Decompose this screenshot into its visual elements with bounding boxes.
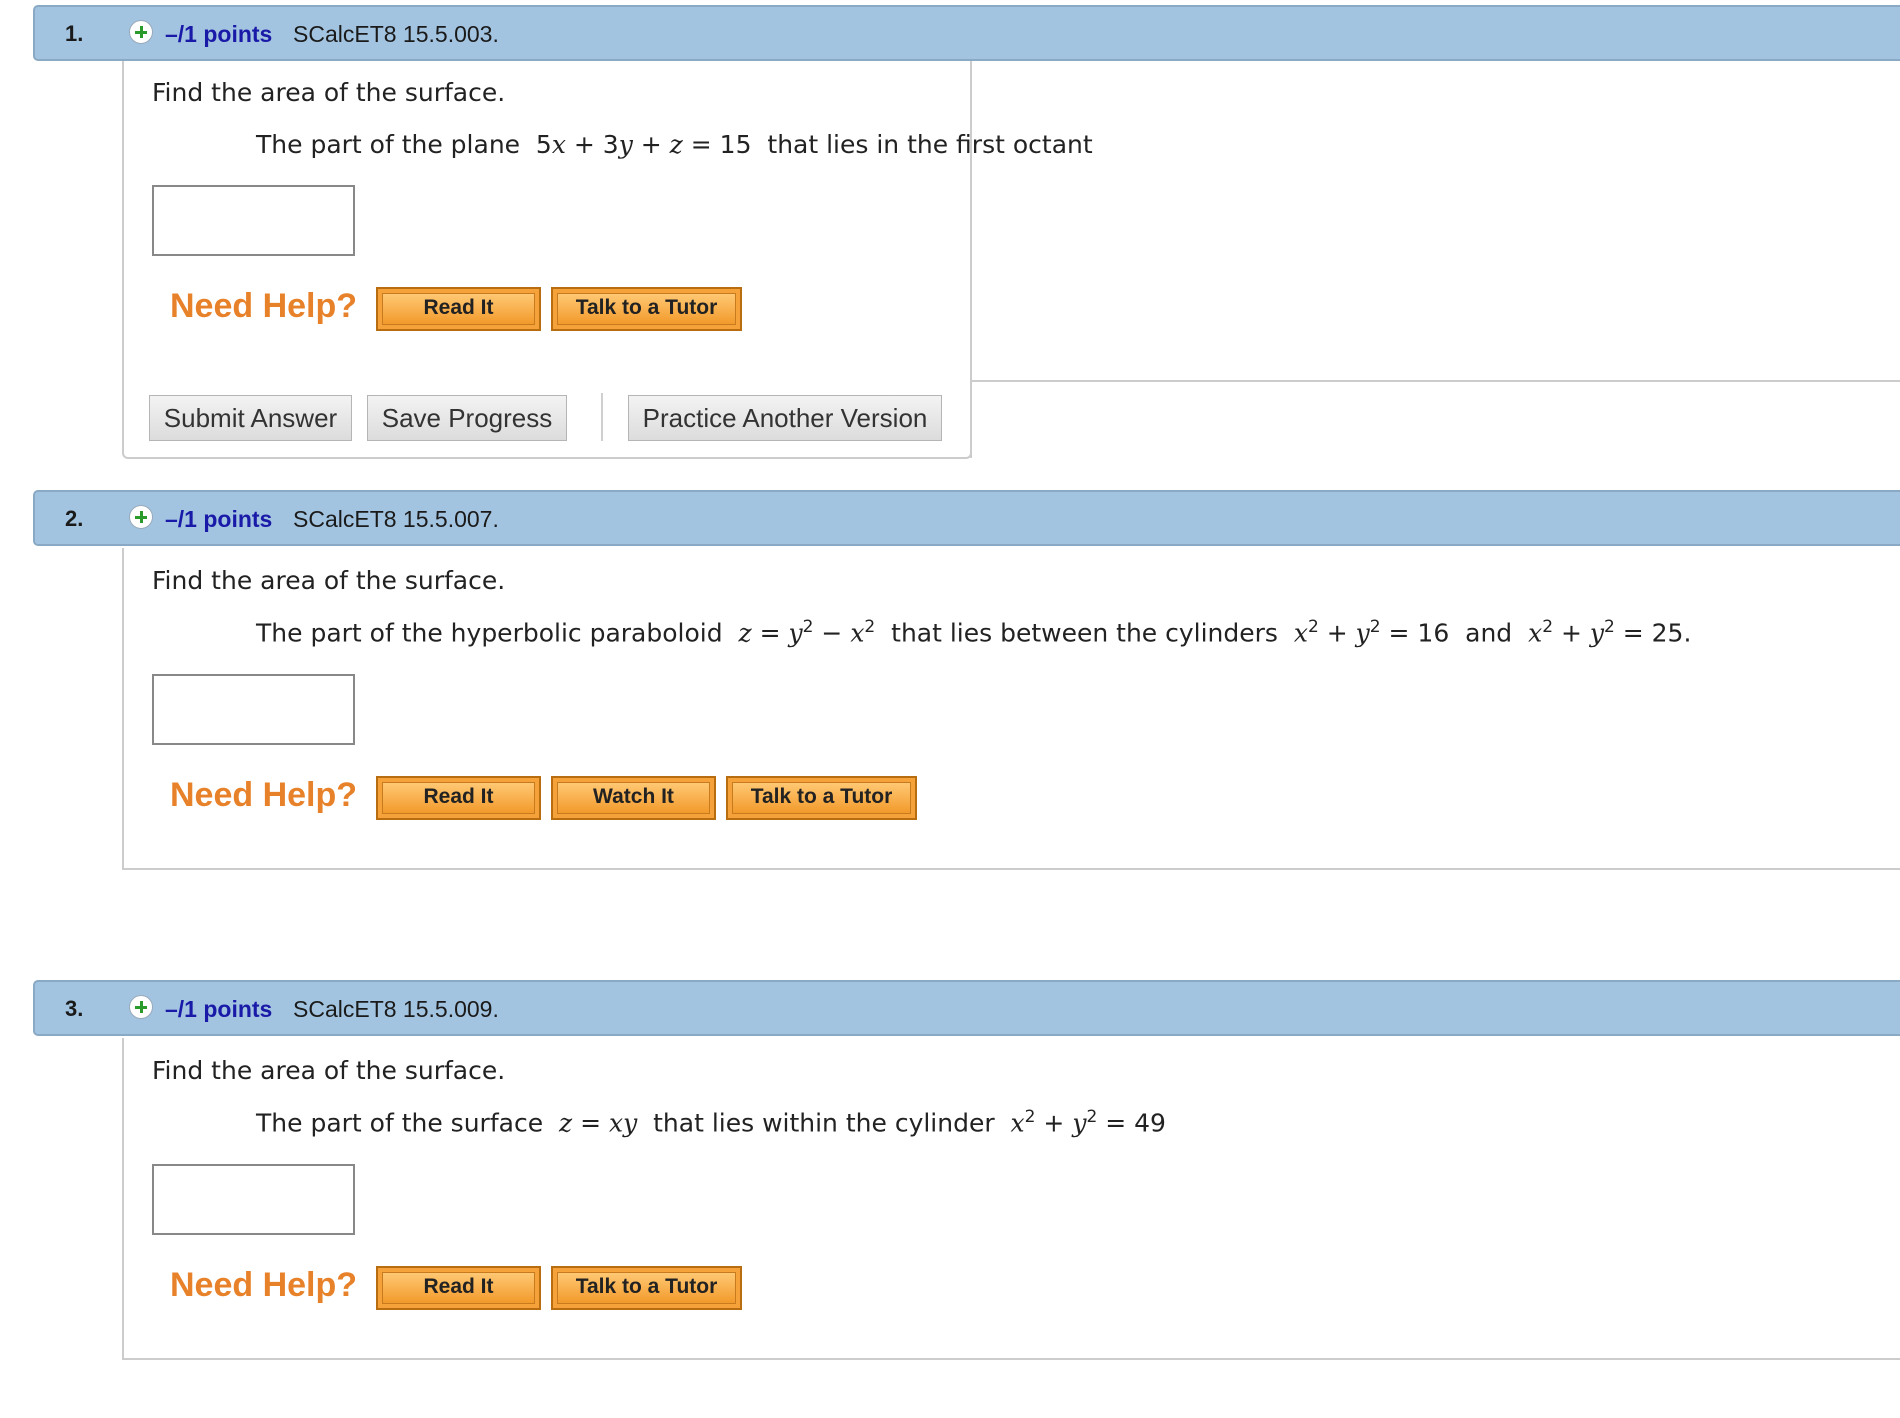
talk-to-tutor-button[interactable]: Talk to a Tutor — [726, 776, 917, 820]
answer-input[interactable] — [152, 185, 355, 256]
answer-input[interactable] — [152, 674, 355, 745]
plus-icon[interactable] — [129, 505, 153, 529]
need-help-label: Need Help? — [170, 776, 358, 814]
question-prompt: Find the area of the surface. — [152, 1056, 506, 1085]
question-code: SCalcET8 15.5.007. — [293, 506, 499, 532]
question-code: SCalcET8 15.5.003. — [293, 21, 499, 47]
question-number: 2. — [65, 506, 84, 531]
question-prompt: Find the area of the surface. — [152, 566, 506, 595]
submit-answer-button[interactable]: Submit Answer — [149, 395, 352, 441]
need-help-label: Need Help? — [170, 1266, 358, 1304]
question-header: 2. –/1 points SCalcET8 15.5.007. — [33, 490, 1900, 546]
read-it-label: Read It — [382, 1272, 535, 1304]
plus-icon[interactable] — [129, 20, 153, 44]
question-code: SCalcET8 15.5.009. — [293, 996, 499, 1022]
talk-to-tutor-label: Talk to a Tutor — [732, 782, 911, 814]
practice-another-version-button[interactable]: Practice Another Version — [628, 395, 942, 441]
right-panel-divider — [970, 380, 1900, 458]
question-number: 3. — [65, 996, 84, 1021]
question-statement: The part of the plane 5x + 3y + z = 15 t… — [256, 130, 1093, 159]
question-header: 3. –/1 points SCalcET8 15.5.009. — [33, 980, 1900, 1036]
question-header: 1. –/1 points SCalcET8 15.5.003. — [33, 5, 1900, 61]
answer-input[interactable] — [152, 1164, 355, 1235]
question-number: 1. — [65, 21, 84, 46]
question-prompt: Find the area of the surface. — [152, 78, 506, 107]
save-progress-button[interactable]: Save Progress — [367, 395, 567, 441]
read-it-button[interactable]: Read It — [376, 287, 541, 331]
question-body — [122, 1038, 1900, 1360]
plus-icon[interactable] — [129, 995, 153, 1019]
question-body — [122, 548, 1900, 870]
talk-to-tutor-label: Talk to a Tutor — [557, 1272, 736, 1304]
button-separator — [601, 393, 603, 441]
question-statement: The part of the hyperbolic paraboloid z … — [256, 617, 1692, 648]
need-help-label: Need Help? — [170, 287, 358, 325]
watch-it-label: Watch It — [557, 782, 710, 814]
points-link[interactable]: –/1 points — [165, 996, 272, 1023]
read-it-label: Read It — [382, 293, 535, 325]
read-it-label: Read It — [382, 782, 535, 814]
watch-it-button[interactable]: Watch It — [551, 776, 716, 820]
talk-to-tutor-button[interactable]: Talk to a Tutor — [551, 1266, 742, 1310]
read-it-button[interactable]: Read It — [376, 1266, 541, 1310]
talk-to-tutor-label: Talk to a Tutor — [557, 293, 736, 325]
question-statement: The part of the surface z = xy that lies… — [256, 1107, 1166, 1138]
read-it-button[interactable]: Read It — [376, 776, 541, 820]
talk-to-tutor-button[interactable]: Talk to a Tutor — [551, 287, 742, 331]
points-link[interactable]: –/1 points — [165, 21, 272, 48]
points-link[interactable]: –/1 points — [165, 506, 272, 533]
